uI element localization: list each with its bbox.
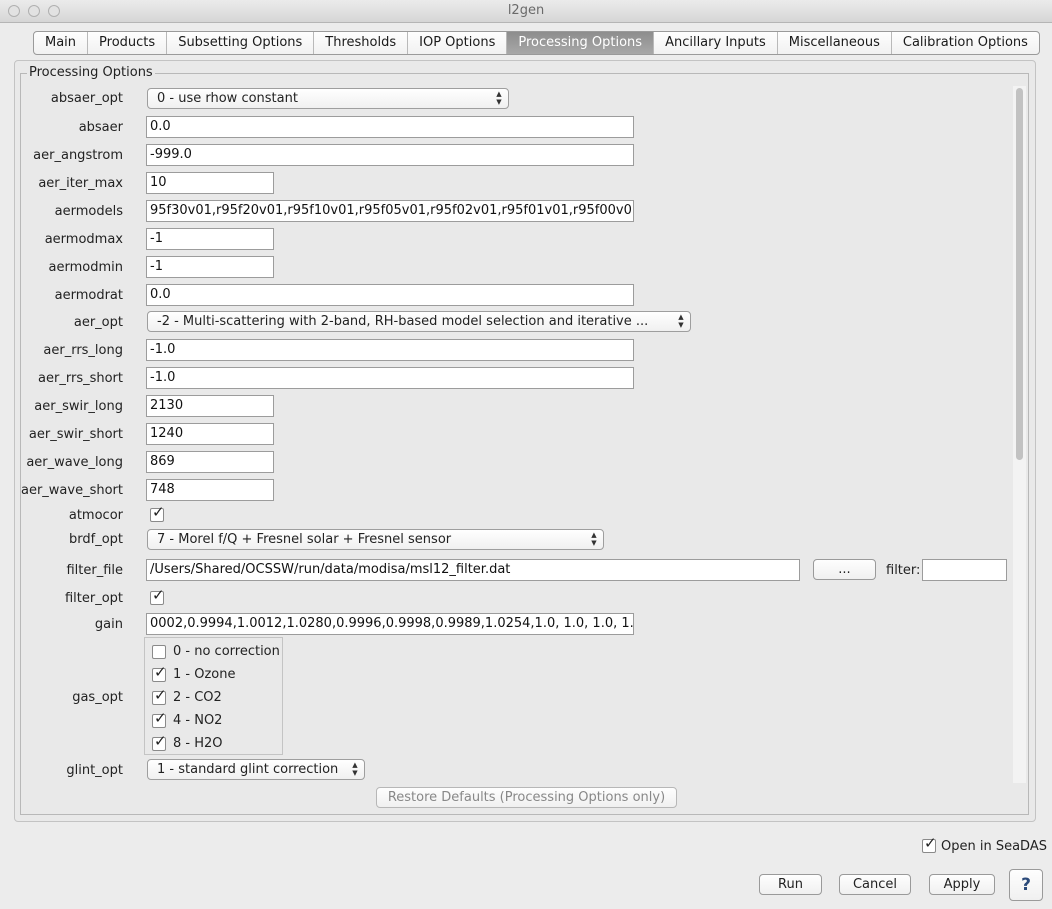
group-title: Processing Options: [27, 65, 155, 80]
aer-opt-value: -2 - Multi-scattering with 2-band, RH-ba…: [157, 314, 649, 329]
gas-opt-checkbox-0[interactable]: [152, 645, 166, 659]
tab-processing-options[interactable]: Processing Options: [507, 32, 655, 54]
aer-iter-max-input[interactable]: 10: [146, 172, 274, 194]
check-icon: ✓: [924, 834, 937, 852]
check-icon: ✓: [154, 732, 167, 750]
aer-swir-short-input[interactable]: 1240: [146, 423, 274, 445]
cancel-button[interactable]: Cancel: [839, 874, 911, 895]
filter-file-label: filter_file: [66, 563, 123, 578]
run-button[interactable]: Run: [759, 874, 822, 895]
aermodels-label: aermodels: [54, 204, 123, 219]
aermodels-input[interactable]: 95f30v01,r95f20v01,r95f10v01,r95f05v01,r…: [146, 200, 634, 222]
open-in-seadas-label: Open in SeaDAS: [941, 839, 1047, 854]
tab-products[interactable]: Products: [88, 32, 168, 54]
gain-label: gain: [94, 617, 123, 632]
aer-rrs-long-label: aer_rrs_long: [43, 343, 123, 358]
title-bar: l2gen: [0, 0, 1052, 23]
aermodrat-input[interactable]: 0.0: [146, 284, 634, 306]
gas-opt-option-label: 4 - NO2: [173, 713, 223, 728]
aer-opt-select[interactable]: -2 - Multi-scattering with 2-band, RH-ba…: [147, 311, 691, 332]
tab-ancillary-inputs[interactable]: Ancillary Inputs: [654, 32, 778, 54]
atmocor-checkbox[interactable]: ✓: [150, 504, 165, 522]
tab-miscellaneous[interactable]: Miscellaneous: [778, 32, 892, 54]
brdf-opt-select[interactable]: 7 - Morel f/Q + Fresnel solar + Fresnel …: [147, 529, 604, 550]
aer-rrs-long-input[interactable]: -1.0: [146, 339, 634, 361]
check-icon: ✓: [152, 586, 165, 604]
tab-thresholds[interactable]: Thresholds: [314, 32, 409, 54]
aer-angstrom-label: aer_angstrom: [33, 148, 123, 163]
brdf-opt-label: brdf_opt: [69, 532, 123, 547]
gas-opt-checkbox-2[interactable]: ✓: [152, 687, 167, 705]
gas-opt-checkbox-1[interactable]: ✓: [152, 664, 167, 682]
absaer-input[interactable]: 0.0: [146, 116, 634, 138]
aer-wave-long-label: aer_wave_long: [26, 455, 123, 470]
aer-angstrom-input[interactable]: -999.0: [146, 144, 634, 166]
gain-input[interactable]: 0002,0.9994,1.0012,1.0280,0.9996,0.9998,…: [146, 613, 634, 635]
help-button[interactable]: ?: [1009, 869, 1043, 901]
aer-rrs-short-input[interactable]: -1.0: [146, 367, 634, 389]
gas-opt-checkbox-4[interactable]: ✓: [152, 733, 167, 751]
tab-calibration-options[interactable]: Calibration Options: [892, 32, 1039, 54]
filter-opt-checkbox[interactable]: ✓: [150, 587, 165, 605]
absaer-opt-select[interactable]: 0 - use rhow constant ▲ ▼: [147, 88, 509, 109]
select-arrows-icon: ▲ ▼: [496, 90, 502, 106]
aer-rrs-short-label: aer_rrs_short: [38, 371, 123, 386]
aer-iter-max-label: aer_iter_max: [38, 176, 123, 191]
aer-swir-long-input[interactable]: 2130: [146, 395, 274, 417]
aermodmax-input[interactable]: -1: [146, 228, 274, 250]
window-title: l2gen: [507, 3, 545, 18]
aer-wave-long-input[interactable]: 869: [146, 451, 274, 473]
glint-opt-value: 1 - standard glint correction: [157, 762, 339, 777]
filter-label: filter:: [886, 563, 921, 578]
glint-opt-select[interactable]: 1 - standard glint correction ▲ ▼: [147, 759, 365, 780]
gas-opt-option-label: 0 - no correction: [173, 644, 280, 659]
aer-wave-short-label: aer_wave_short: [20, 483, 123, 498]
glint-opt-label: glint_opt: [66, 763, 123, 778]
aermodmin-label: aermodmin: [48, 260, 123, 275]
tab-iop-options[interactable]: IOP Options: [408, 32, 508, 54]
tab-bar: Main Products Subsetting Options Thresho…: [33, 31, 1040, 55]
aermodmax-label: aermodmax: [44, 232, 123, 247]
apply-button[interactable]: Apply: [929, 874, 995, 895]
absaer-label: absaer: [78, 120, 123, 135]
check-icon: ✓: [154, 686, 167, 704]
open-in-seadas-checkbox[interactable]: ✓: [922, 835, 937, 853]
browse-button[interactable]: ...: [813, 559, 876, 580]
check-icon: ✓: [152, 503, 165, 521]
check-icon: ✓: [154, 663, 167, 681]
absaer-opt-label: absaer_opt: [50, 91, 123, 106]
restore-defaults-button[interactable]: Restore Defaults (Processing Options onl…: [376, 787, 677, 808]
select-arrows-icon: ▲ ▼: [678, 313, 684, 329]
gas-opt-option-label: 8 - H2O: [173, 736, 223, 751]
aer-swir-short-label: aer_swir_short: [28, 427, 123, 442]
brdf-opt-value: 7 - Morel f/Q + Fresnel solar + Fresnel …: [157, 532, 452, 547]
aer-swir-long-label: aer_swir_long: [34, 399, 123, 414]
scrollbar-thumb[interactable]: [1016, 88, 1023, 460]
gas-opt-option-label: 1 - Ozone: [173, 667, 236, 682]
filter-file-input[interactable]: /Users/Shared/OCSSW/run/data/modisa/msl1…: [146, 559, 800, 581]
vertical-scrollbar[interactable]: [1013, 86, 1026, 783]
select-arrows-icon: ▲ ▼: [591, 531, 597, 547]
aer-opt-label: aer_opt: [73, 315, 123, 330]
gas-opt-checkbox-3[interactable]: ✓: [152, 710, 167, 728]
filter-opt-label: filter_opt: [64, 591, 123, 606]
aer-wave-short-input[interactable]: 748: [146, 479, 274, 501]
atmocor-label: atmocor: [68, 508, 123, 523]
select-arrows-icon: ▲ ▼: [352, 761, 358, 777]
check-icon: ✓: [154, 709, 167, 727]
aermodrat-label: aermodrat: [54, 288, 123, 303]
gas-opt-option-label: 2 - CO2: [173, 690, 222, 705]
tab-subsetting-options[interactable]: Subsetting Options: [167, 32, 315, 54]
aermodmin-input[interactable]: -1: [146, 256, 274, 278]
filter-input[interactable]: [922, 559, 1007, 581]
tab-main[interactable]: Main: [34, 32, 89, 54]
absaer-opt-value: 0 - use rhow constant: [157, 91, 298, 106]
gas-opt-label: gas_opt: [72, 690, 123, 705]
